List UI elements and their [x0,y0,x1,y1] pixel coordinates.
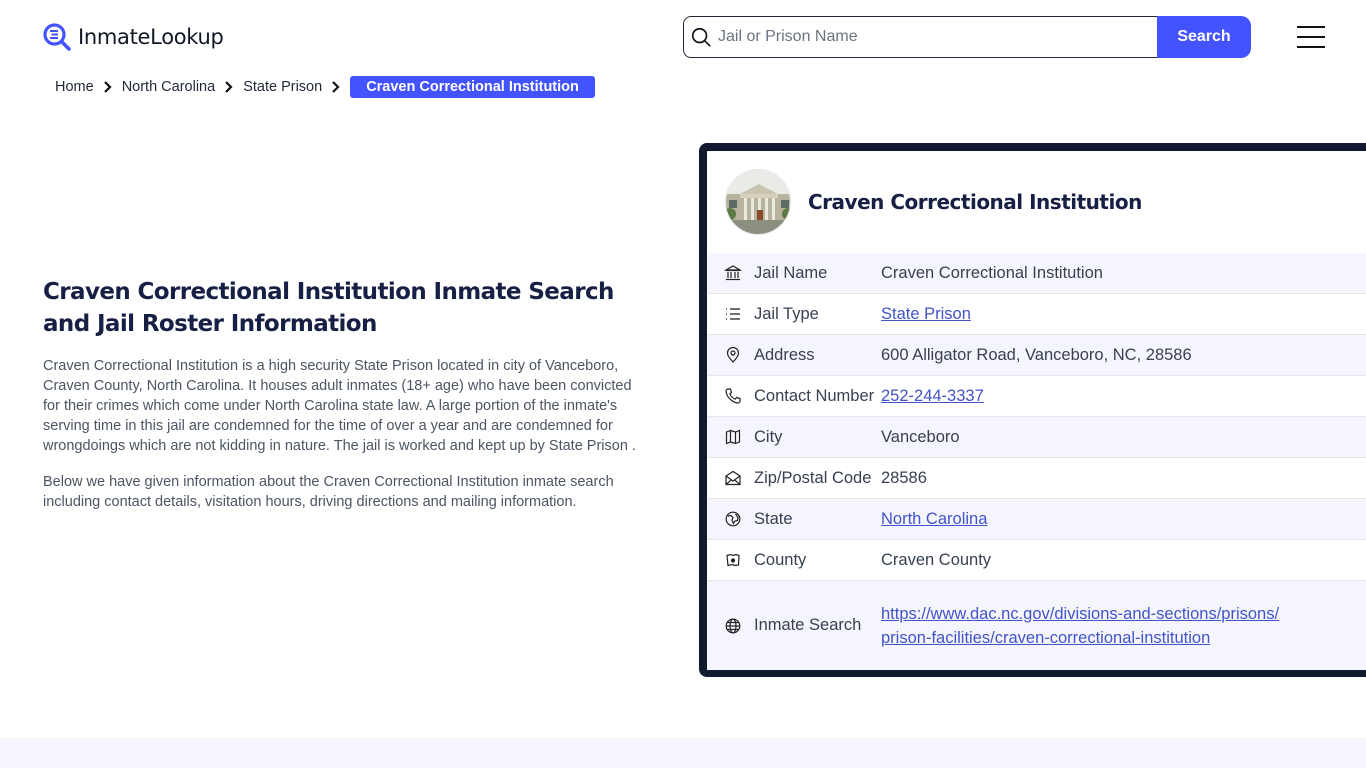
card-header: Craven Correctional Institution [707,151,1366,253]
search-icon [691,27,711,47]
globe-region-icon [725,511,741,527]
detail-label: City [754,427,783,446]
breadcrumb-state[interactable]: North Carolina [122,79,216,95]
detail-value: 28586 [881,468,927,487]
inmate-search-link[interactable]: https://www.dac.nc.gov/divisions-and-sec… [881,602,1301,650]
breadcrumb-current: Craven Correctional Institution [350,76,595,98]
globe-icon [725,618,741,633]
breadcrumb-home[interactable]: Home [55,79,94,95]
search-input[interactable] [718,28,1157,46]
jail-type-link[interactable]: State Prison [881,305,971,324]
detail-label: County [754,550,807,569]
detail-label: Jail Type [754,304,819,323]
breadcrumb: Home North Carolina State Prison Craven … [55,76,595,98]
logo-magnifier-icon [43,23,71,51]
county-map-icon [726,553,740,567]
intro-paragraph: Craven Correctional Institution is a hig… [43,358,636,454]
breadcrumb-jail-type[interactable]: State Prison [243,79,322,95]
building-image-icon [726,170,790,234]
intro-section: Craven Correctional Institution Inmate S… [43,276,643,512]
facility-info-card: Craven Correctional Institution Jail Nam… [699,143,1366,677]
detail-row-contact-number: Contact Number 252-244-3337 [707,376,1366,417]
detail-row-jail-name: Jail Name Craven Correctional Institutio… [707,253,1366,294]
logo-text: InmateLookup [78,25,224,49]
detail-row-zip-code: Zip/Postal Code 28586 [707,458,1366,499]
bank-building-icon [724,265,742,281]
facility-details-list: Jail Name Craven Correctional Institutio… [707,253,1366,670]
search-button[interactable]: Search [1157,16,1251,58]
detail-label: Zip/Postal Code [754,468,872,487]
contact-number-link[interactable]: 252-244-3337 [881,387,984,406]
menu-bar [1297,46,1325,48]
site-header: InmateLookup Search [0,0,1366,70]
detail-label: Inmate Search [754,616,862,634]
detail-row-city: City Vanceboro [707,417,1366,458]
detail-label: Jail Name [754,263,828,282]
detail-row-inmate-search: Inmate Search https://www.dac.nc.gov/div… [707,581,1366,670]
detail-label: State [754,509,793,528]
mail-open-icon [725,470,741,486]
logo-link[interactable]: InmateLookup [42,22,224,52]
search-field[interactable] [683,16,1157,58]
state-link[interactable]: North Carolina [881,510,987,529]
next-section-background [0,738,1366,768]
search-form: Search [683,16,1251,58]
chevron-right-icon [103,81,112,93]
detail-row-address: Address 600 Alligator Road, Vanceboro, N… [707,335,1366,376]
facility-photo [725,169,791,235]
intro-paragraph: Below we have given information about th… [43,474,614,510]
map-pin-icon [726,346,740,363]
detail-label: Address [754,345,815,364]
card-title: Craven Correctional Institution [808,190,1142,214]
detail-value: Craven County [881,550,992,569]
detail-value: 600 Alligator Road, Vanceboro, NC, 28586 [881,345,1192,364]
list-icon [726,308,740,320]
hamburger-menu-icon[interactable] [1297,26,1325,48]
detail-label: Contact Number [754,386,875,405]
menu-bar [1297,36,1325,38]
chevron-right-icon [225,81,233,93]
detail-row-state: State North Carolina [707,499,1366,540]
detail-row-jail-type: Jail Type State Prison [707,294,1366,335]
phone-icon [725,388,741,404]
page-title: Craven Correctional Institution Inmate S… [43,279,614,337]
menu-bar [1297,26,1325,28]
detail-value: Craven Correctional Institution [881,263,1103,282]
map-icon [725,429,741,445]
detail-value: Vanceboro [881,427,960,446]
card-body: Craven Correctional Institution Jail Nam… [707,151,1366,670]
detail-row-county: County Craven County [707,540,1366,581]
chevron-right-icon [332,81,340,93]
